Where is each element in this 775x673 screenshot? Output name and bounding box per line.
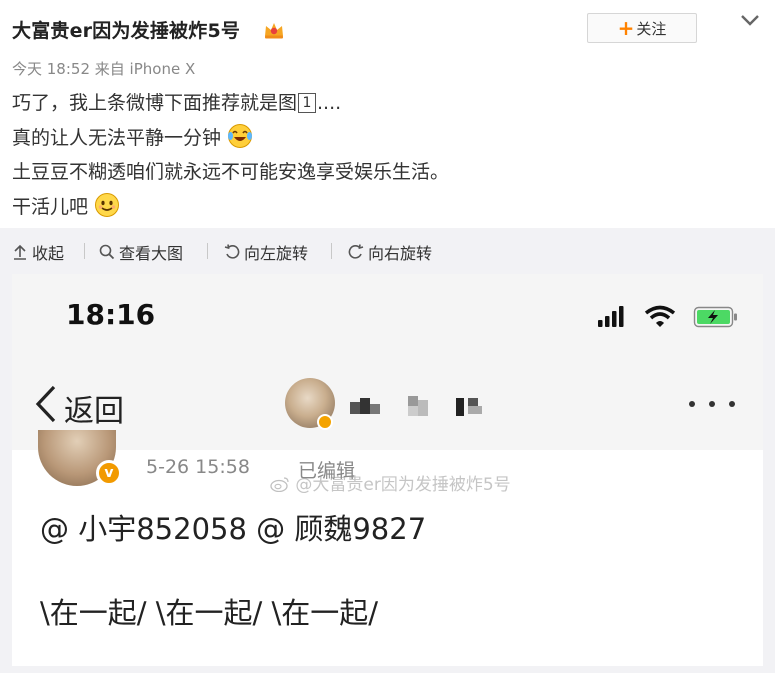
post-time[interactable]: 今天 18:52 (12, 60, 90, 78)
phone-nav-area: 18:16 返回 (12, 274, 763, 450)
wifi-icon (644, 305, 676, 327)
post-text: 真的让人无法平静一分钟 (12, 126, 222, 149)
post-text: 巧了，我上条微博下面推荐就是图 (12, 92, 298, 114)
card-date: 5-26 15:58 (146, 456, 250, 478)
follow-button[interactable]: + 关注 (587, 13, 697, 43)
toolbar-divider (207, 243, 208, 259)
username[interactable]: 大富贵er因为发捶被炸5号 (12, 16, 240, 43)
more-dots-icon[interactable] (682, 394, 742, 414)
mentions-text: @ 小宇852058 @ 顾魏9827 (40, 512, 427, 546)
watermark: @大富贵er因为发捶被炸5号 (270, 470, 511, 495)
blurred-username (350, 396, 482, 416)
image-1-marker: 1 (298, 93, 317, 113)
rotate-left-button[interactable]: 向左旋转 (224, 240, 308, 264)
post-text: 干活儿吧 (12, 195, 89, 218)
watermark-text: @大富贵er因为发捶被炸5号 (295, 475, 511, 495)
rotate-left-icon (224, 244, 240, 259)
plus-icon: + (617, 16, 635, 40)
image-toolbar: 收起 查看大图 向左旋转 向右旋转 (0, 228, 775, 274)
rotate-right-button[interactable]: 向右旋转 (348, 240, 432, 264)
post-line-3: 土豆豆不糊透咱们就永远不可能安逸享受娱乐生活。 (12, 155, 762, 190)
laugh-cry-emoji-icon (228, 123, 253, 148)
post-header: 大富贵er因为发捶被炸5号 + 关注 今天 18:52 来自 iPhone X (0, 0, 775, 82)
rotate-right-icon (348, 244, 364, 259)
post-line-4: 干活儿吧 (12, 190, 762, 225)
collapse-arrow-icon (14, 244, 26, 260)
post-line-1: 巧了，我上条微博下面推荐就是图 1.... (12, 86, 762, 121)
rotate-left-label: 向左旋转 (244, 244, 309, 263)
battery-icon (693, 306, 737, 328)
post-source: 来自 iPhone X (94, 60, 196, 78)
status-time: 18:16 (66, 298, 156, 331)
phone-screenshot: 18:16 返回 v 5-26 15:58 已编辑 @大富贵er因为发捶被炸5号… (12, 274, 763, 666)
smile-emoji-icon (95, 192, 120, 217)
crown-badge-icon (265, 23, 283, 39)
weibo-logo-icon (270, 477, 289, 493)
collapse-button[interactable]: 收起 (12, 240, 64, 264)
post-text: 土豆豆不糊透咱们就永远不可能安逸享受娱乐生活。 (12, 161, 450, 183)
back-button[interactable]: 返回 (64, 386, 124, 430)
back-chevron-icon[interactable] (34, 384, 58, 424)
toolbar-divider (84, 243, 85, 259)
status-icons (598, 305, 737, 328)
view-large-label: 查看大图 (119, 244, 184, 263)
together-text: \在一起/ \在一起/ \在一起/ (40, 596, 379, 630)
follow-label: 关注 (636, 19, 667, 38)
attached-image[interactable]: 18:16 返回 v 5-26 15:58 已编辑 @大富贵er因为发捶被炸5号… (0, 274, 775, 673)
signal-icon (598, 306, 624, 327)
post-text: .... (317, 92, 342, 114)
search-icon (99, 244, 115, 260)
post-line-2: 真的让人无法平静一分钟 (12, 121, 762, 156)
verified-badge-icon (317, 414, 333, 430)
chevron-down-icon[interactable] (738, 10, 762, 30)
toolbar-divider (331, 243, 332, 259)
verified-badge-icon: v (96, 460, 122, 486)
post-meta: 今天 18:52 来自 iPhone X (12, 58, 195, 79)
rotate-right-label: 向右旋转 (368, 244, 433, 263)
post-content: 巧了，我上条微博下面推荐就是图 1.... 真的让人无法平静一分钟 土豆豆不糊透咱… (12, 86, 762, 224)
collapse-label: 收起 (32, 244, 65, 263)
view-large-button[interactable]: 查看大图 (99, 240, 183, 264)
post-card: v 5-26 15:58 已编辑 @大富贵er因为发捶被炸5号 @ 小宇8520… (12, 430, 763, 666)
